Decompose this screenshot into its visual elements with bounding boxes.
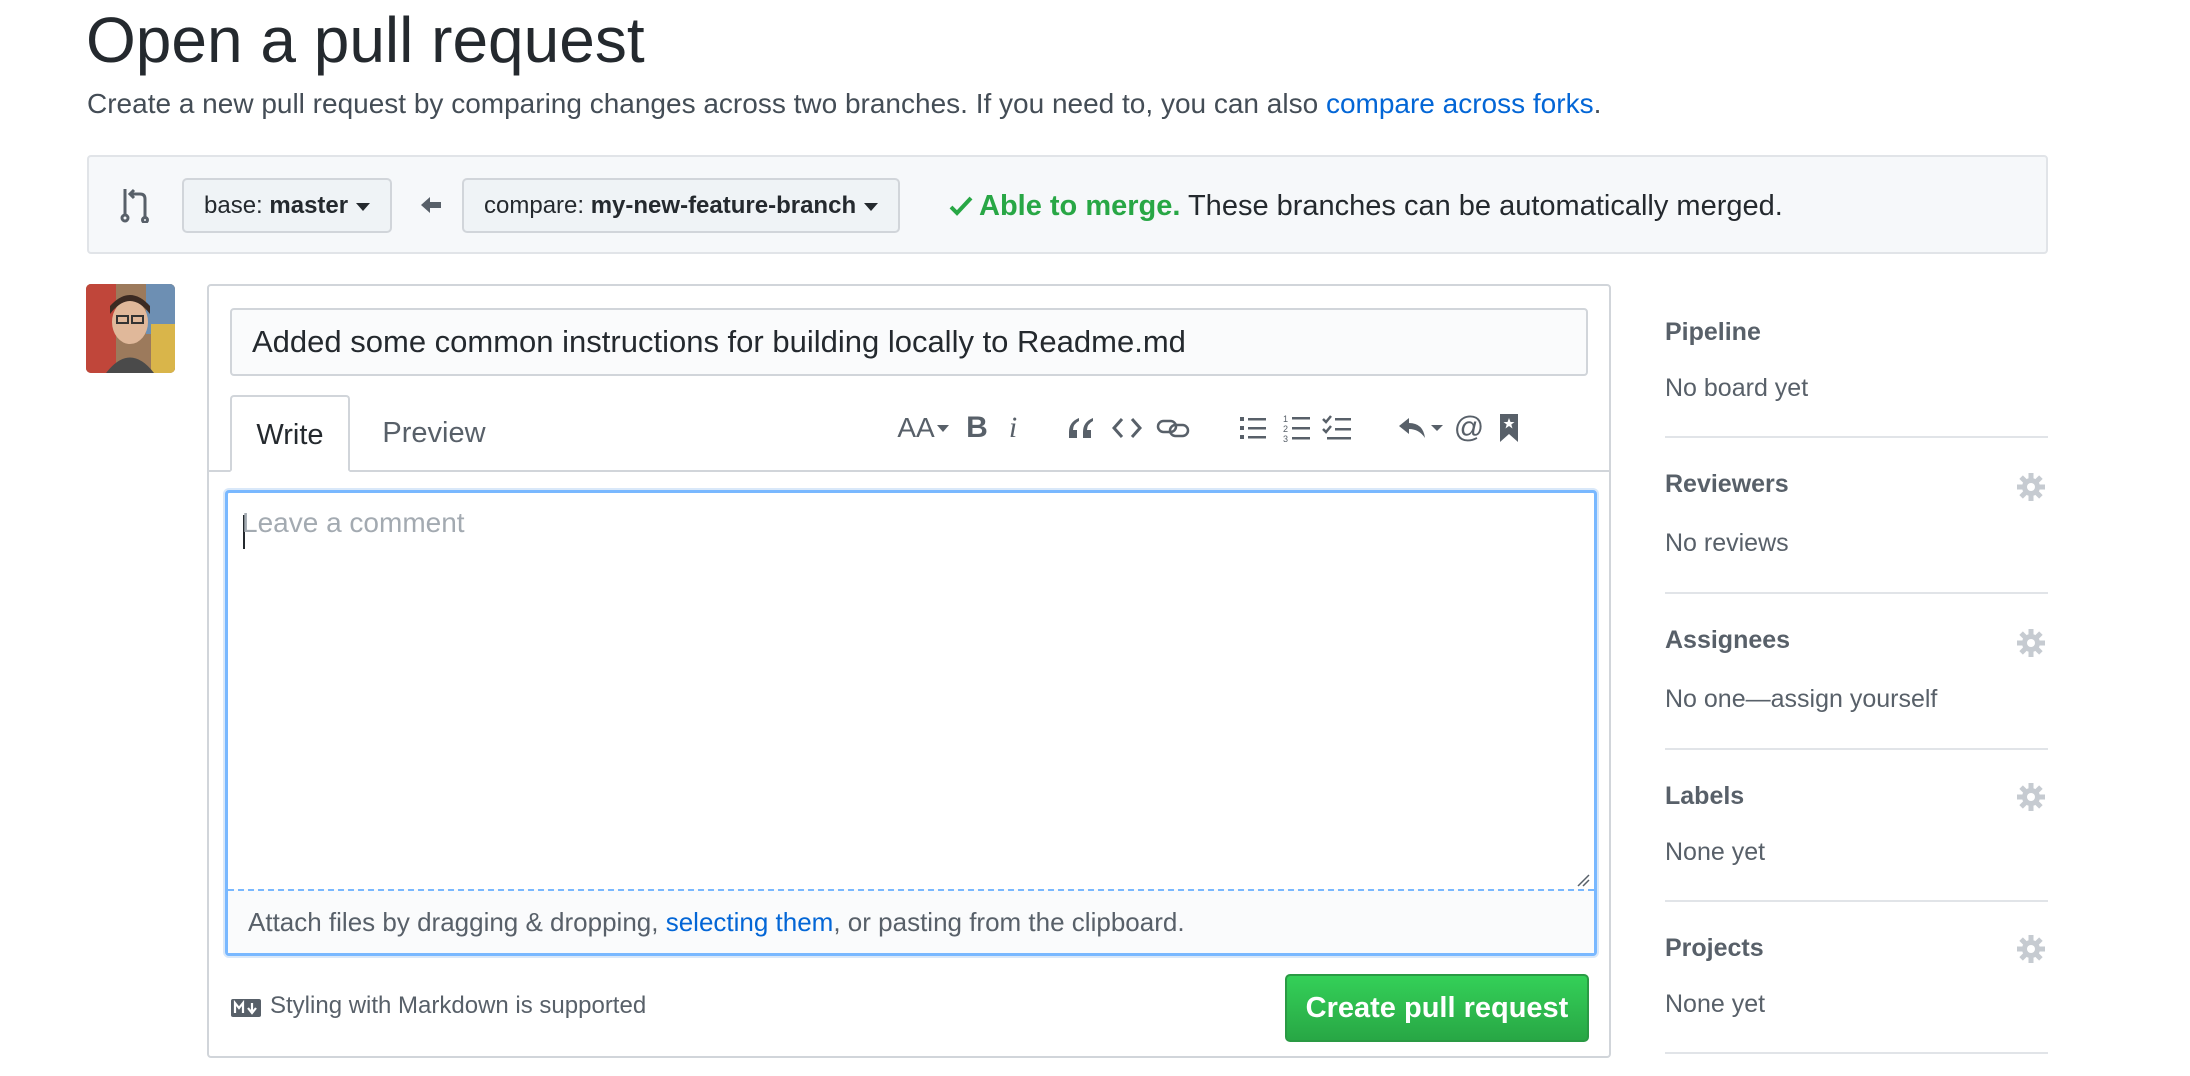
comment-placeholder: Leave a comment [242, 507, 465, 538]
base-label: base: [204, 192, 263, 219]
reply-icon[interactable] [1395, 404, 1445, 452]
sidebar-heading-assignees[interactable]: Assignees [1665, 626, 1790, 655]
merge-status: Able to merge. These branches can be aut… [949, 187, 1783, 225]
compare-branch-select[interactable]: compare: my-new-feature-branch [462, 178, 901, 233]
svg-text:1: 1 [1283, 414, 1288, 424]
file-attach-bar[interactable]: Attach files by dragging & dropping, sel… [228, 889, 1594, 953]
avatar[interactable] [86, 284, 175, 373]
base-branch-select[interactable]: base: master [182, 178, 393, 233]
attach-text: Attach files by dragging & dropping, [248, 907, 666, 937]
gear-icon[interactable] [2016, 934, 2046, 964]
comment-textarea[interactable]: Leave a comment Attach files by dragging… [225, 490, 1597, 956]
task-list-icon[interactable] [1317, 404, 1357, 452]
sidebar-heading-reviewers[interactable]: Reviewers [1665, 470, 1789, 499]
sidebar-section-labels: Labels None yet [1665, 750, 2048, 902]
chevron-down-icon [864, 202, 879, 211]
sidebar-value-projects: None yet [1665, 990, 1766, 1018]
italic-label: i [1008, 411, 1018, 444]
page-title: Open a pull request [86, 4, 645, 76]
resize-handle-icon[interactable] [1576, 873, 1590, 887]
svg-text:3: 3 [1283, 434, 1288, 443]
sidebar-section-reviewers: Reviewers No reviews [1665, 438, 2048, 594]
link-icon[interactable] [1153, 404, 1193, 452]
code-icon[interactable] [1107, 404, 1147, 452]
chevron-down-icon [356, 202, 371, 211]
quote-icon[interactable] [1061, 404, 1101, 452]
sidebar-section-projects: Projects None yet [1665, 902, 2048, 1054]
sidebar-value-labels: None yet [1665, 838, 1766, 866]
base-branch-name: master [269, 192, 349, 219]
subtitle-text: Create a new pull request by comparing c… [87, 88, 1326, 119]
sidebar-heading-pipeline[interactable]: Pipeline [1665, 318, 1761, 347]
markdown-toolbar: AA B i 123 @ [209, 404, 1613, 452]
select-files-link[interactable]: selecting them [666, 907, 834, 937]
check-icon [949, 196, 973, 216]
tab-write[interactable]: Write [230, 395, 350, 472]
text-size-label: AA [897, 412, 935, 443]
attach-text-suffix: , or pasting from the clipboard. [833, 907, 1185, 937]
numbered-list-icon[interactable]: 123 [1277, 404, 1317, 452]
bold-label: B [966, 411, 988, 444]
sidebar-section-pipeline: Pipeline No board yet [1665, 284, 2048, 438]
bookmark-icon[interactable] [1489, 404, 1529, 452]
sidebar-value-reviewers: No reviews [1665, 529, 1789, 557]
markdown-note-text: Styling with Markdown is supported [270, 992, 647, 1019]
mention-icon[interactable]: @ [1449, 404, 1489, 452]
page-subtitle: Create a new pull request by comparing c… [87, 84, 1601, 124]
branch-range-editor: base: master compare: my-new-feature-bra… [87, 155, 2048, 254]
gear-icon[interactable] [2016, 472, 2046, 502]
arrow-left-icon [421, 197, 441, 213]
create-pull-request-button[interactable]: Create pull request [1285, 974, 1589, 1042]
mention-label: @ [1453, 411, 1485, 444]
sidebar-heading-labels[interactable]: Labels [1665, 782, 1744, 811]
user-avatar-image [86, 284, 175, 373]
sidebar-heading-projects[interactable]: Projects [1665, 934, 1764, 963]
text-size-icon[interactable]: AA [895, 404, 951, 452]
bold-icon[interactable]: B [957, 404, 997, 452]
compare-branch-name: my-new-feature-branch [590, 192, 857, 219]
svg-text:2: 2 [1283, 424, 1288, 434]
merge-status-ok: Able to merge. [979, 190, 1181, 222]
sidebar-value-assignees[interactable]: No one—assign yourself [1665, 685, 1937, 714]
gear-icon[interactable] [2016, 628, 2046, 658]
subtitle-suffix: . [1593, 88, 1602, 119]
pr-title-input[interactable]: Added some common instructions for build… [230, 308, 1588, 376]
markdown-icon [231, 999, 261, 1017]
markdown-support-note[interactable]: Styling with Markdown is supported [230, 992, 646, 1020]
sidebar-section-assignees: Assignees No one—assign yourself [1665, 594, 2048, 750]
merge-status-text: These branches can be automatically merg… [1180, 190, 1783, 222]
sidebar-value-pipeline: No board yet [1665, 374, 1809, 402]
pull-request-form: Added some common instructions for build… [207, 284, 1611, 1058]
compare-label: compare: [484, 192, 585, 219]
compare-across-forks-link[interactable]: compare across forks [1326, 88, 1594, 119]
compare-branches-icon [120, 188, 149, 223]
italic-icon[interactable]: i [993, 404, 1033, 452]
bulleted-list-icon[interactable] [1233, 404, 1273, 452]
gear-icon[interactable] [2016, 782, 2046, 812]
